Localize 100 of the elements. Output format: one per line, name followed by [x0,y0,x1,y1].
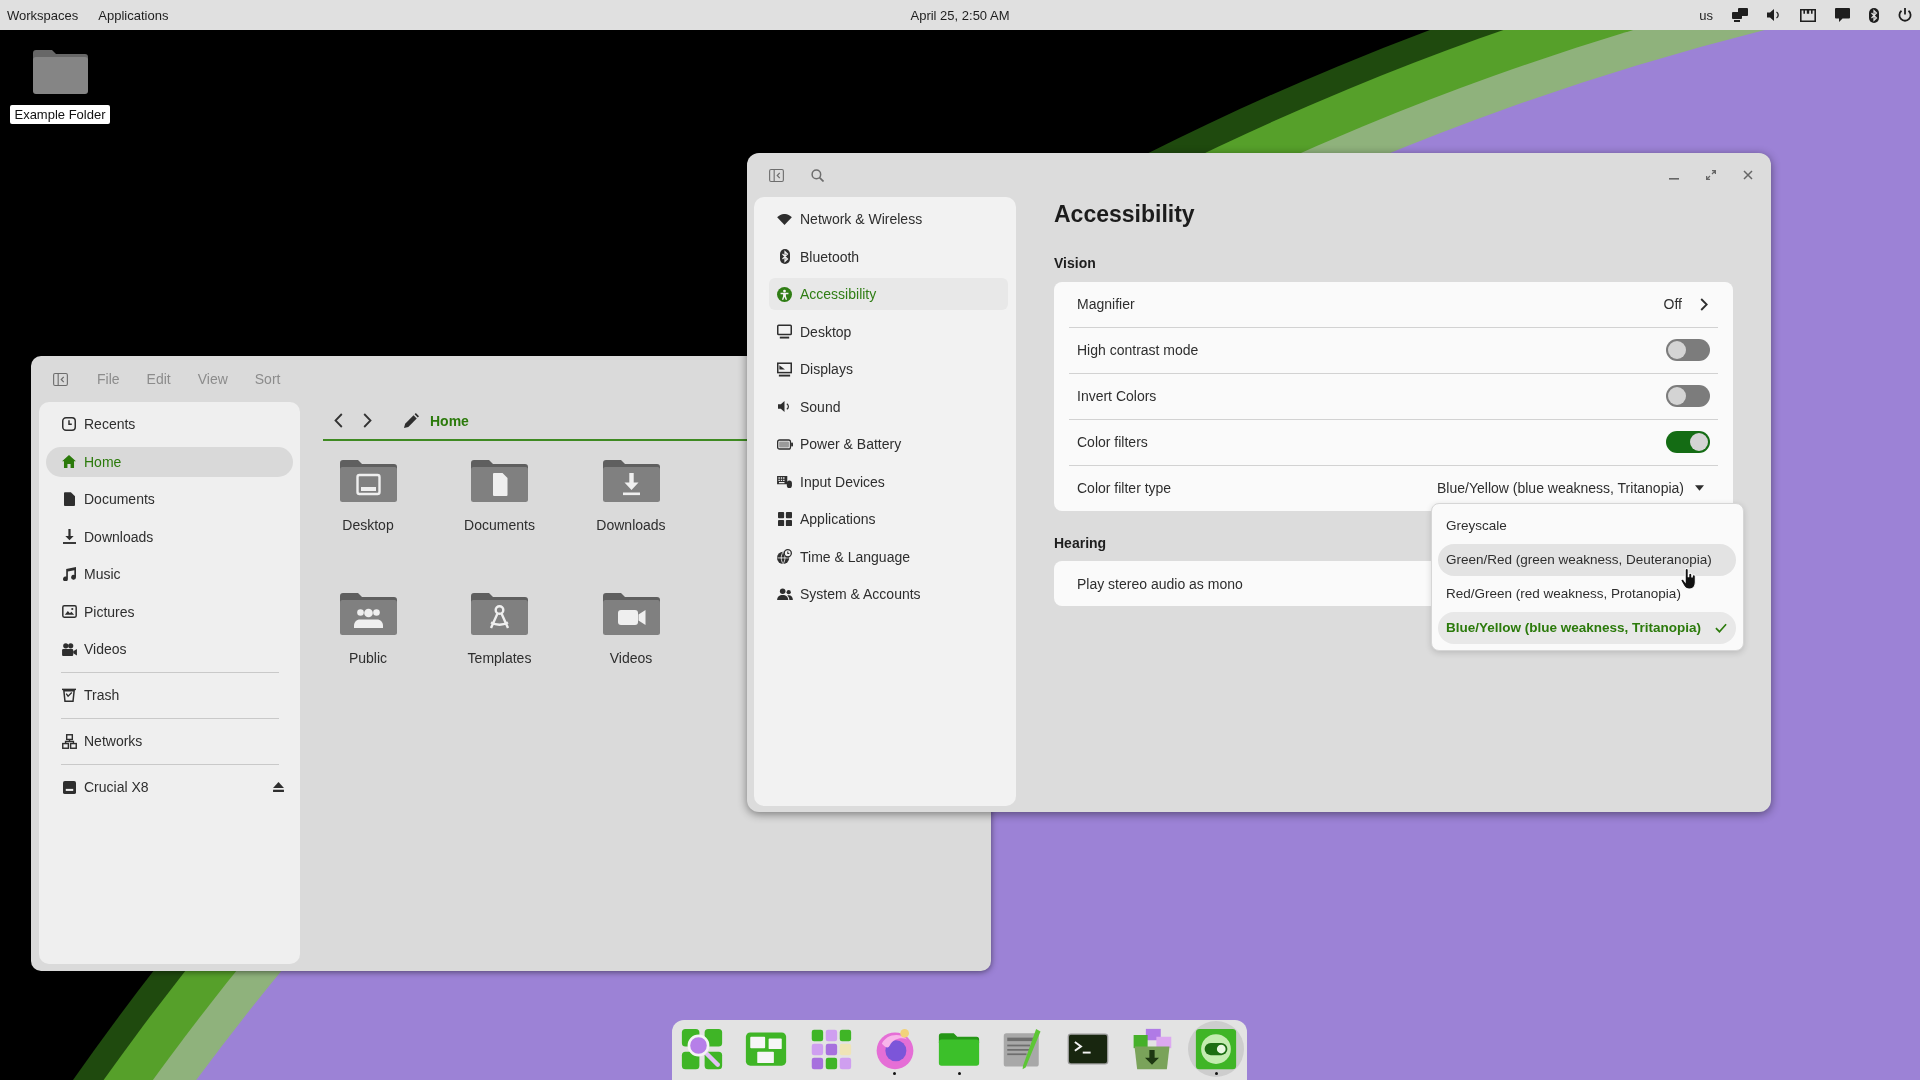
sidebar-item[interactable]: Network & Wireless [769,203,1008,235]
sidebar-item[interactable]: Input Devices [769,465,1008,498]
setting-label: High contrast mode [1077,342,1199,358]
sidebar-item[interactable]: Networks [46,726,293,756]
folder-desktop-icon [339,460,397,502]
sidebar-item[interactable]: Home [46,446,293,477]
section-heading: Hearing [1054,533,1108,553]
hand-cursor-icon [1680,568,1697,590]
sidebar-item[interactable]: Recents [46,409,293,439]
setting-label: Magnifier [1077,296,1135,312]
sidebar-toggle-icon[interactable] [769,168,784,182]
eject-icon[interactable] [273,782,284,792]
dropdown-option[interactable]: Greyscale [1438,509,1736,542]
power-icon[interactable] [1898,8,1912,22]
toggle-switch[interactable] [1666,431,1710,453]
toggle-switch-icon[interactable] [1195,1028,1238,1070]
date-time[interactable]: April 25, 2:50 AM [910,7,1010,23]
back-icon[interactable] [334,413,343,428]
chat-bubble-icon[interactable] [1835,8,1850,22]
document-icon [63,492,75,506]
monitor-icon [777,324,792,339]
pencil-icon[interactable] [404,413,419,428]
path-segment[interactable]: Home [430,412,469,429]
sidebar-item[interactable]: Applications [769,503,1008,535]
keyboard-mouse-icon [777,475,792,488]
sidebar-item[interactable]: Documents [46,484,293,514]
sidebar-item[interactable]: Pictures [46,596,293,627]
monitors-icon[interactable] [1732,8,1748,22]
dropdown-option[interactable]: Red/Green (red weakness, Protanopia) [1438,577,1736,610]
speaker-icon[interactable] [1767,8,1781,22]
setting-label: Color filter type [1077,480,1172,496]
folder-icon[interactable] [32,49,88,94]
sidebar-item[interactable]: Music [46,559,293,589]
dropdown-selector[interactable]: Blue/Yellow (blue weakness, Tritanopia) [1437,480,1704,496]
folder-item[interactable]: Templates [454,593,545,668]
sidebar-item[interactable]: Downloads [46,521,293,552]
close-icon[interactable] [1743,170,1753,180]
dropdown-option[interactable]: Green/Red (green weakness, Deuteranopia) [1438,543,1736,576]
video-camera-icon [61,642,77,656]
display-icon [777,361,792,377]
sidebar-toggle-icon[interactable] [53,372,68,386]
sidebar-item[interactable]: System & Accounts [769,578,1008,610]
maximize-icon[interactable] [1706,170,1716,180]
folder-item[interactable]: Documents [454,460,545,535]
sidebar-item[interactable]: Sound [769,390,1008,423]
page-title: Accessibility [1054,200,1196,229]
picture-icon [61,605,77,618]
network-icon [61,733,77,749]
wifi-icon [777,213,792,225]
bluetooth-icon[interactable] [1869,7,1879,23]
folder-item[interactable]: Videos [586,593,676,668]
sidebar-item[interactable]: Accessibility [769,278,1008,310]
folder-item[interactable]: Public [323,593,413,668]
sidebar-item[interactable]: Power & Battery [769,428,1008,460]
toggle-switch[interactable] [1666,339,1710,361]
folder-video-icon [602,593,660,635]
dock-button[interactable] [1188,1021,1245,1077]
drive-icon [62,780,76,794]
package-download-icon[interactable] [1131,1028,1174,1070]
minimize-icon[interactable] [1669,177,1679,180]
app-grid-icon [777,512,792,526]
sidebar-item[interactable]: Videos [46,634,293,664]
home-icon [62,455,76,468]
folder-template-icon [471,593,528,635]
search-icon[interactable] [811,168,824,182]
folder-item[interactable]: Downloads [586,460,676,535]
app-grid-icon[interactable] [809,1028,852,1070]
sidebar-item[interactable]: Time & Language [769,540,1008,573]
section-heading: Vision [1054,254,1097,273]
check-icon [1715,622,1727,633]
folder-item[interactable]: Desktop [323,460,413,535]
applications-menu[interactable]: Applications [98,7,169,23]
accessibility-icon [777,286,792,302]
sidebar-item[interactable]: Desktop [769,315,1008,348]
search-icon[interactable] [681,1028,723,1070]
trash-icon [62,688,76,702]
ethernet-icon[interactable] [1800,8,1816,22]
setting-label: Invert Colors [1077,388,1157,404]
speaker-icon [778,400,791,413]
users-icon [776,587,793,601]
sidebar-item[interactable]: Bluetooth [769,240,1008,273]
dropdown-option[interactable]: Blue/Yellow (blue weakness, Tritanopia) [1438,611,1736,644]
toggle-switch[interactable] [1666,385,1710,407]
battery-icon [776,438,793,450]
folder-label[interactable]: Example Folder [10,105,110,124]
workspaces-menu[interactable]: Workspaces [7,7,79,23]
keyboard-layout[interactable]: us [1699,7,1713,23]
forward-icon[interactable] [363,413,372,428]
setting-label: Color filters [1077,434,1148,450]
setting-label: Play stereo audio as mono [1077,575,1243,592]
bluetooth-icon [779,249,790,264]
folder-document-icon [471,460,528,502]
chevron-right-icon[interactable] [1700,297,1708,311]
sidebar-item[interactable]: Trash [46,680,293,710]
sidebar-item[interactable]: Crucial X8 [46,772,293,802]
sidebar-item[interactable]: Displays [769,353,1008,385]
setting-value: Off [1663,296,1682,312]
folder-download-icon [602,460,660,502]
music-note-icon [62,567,76,581]
download-icon [62,529,76,544]
